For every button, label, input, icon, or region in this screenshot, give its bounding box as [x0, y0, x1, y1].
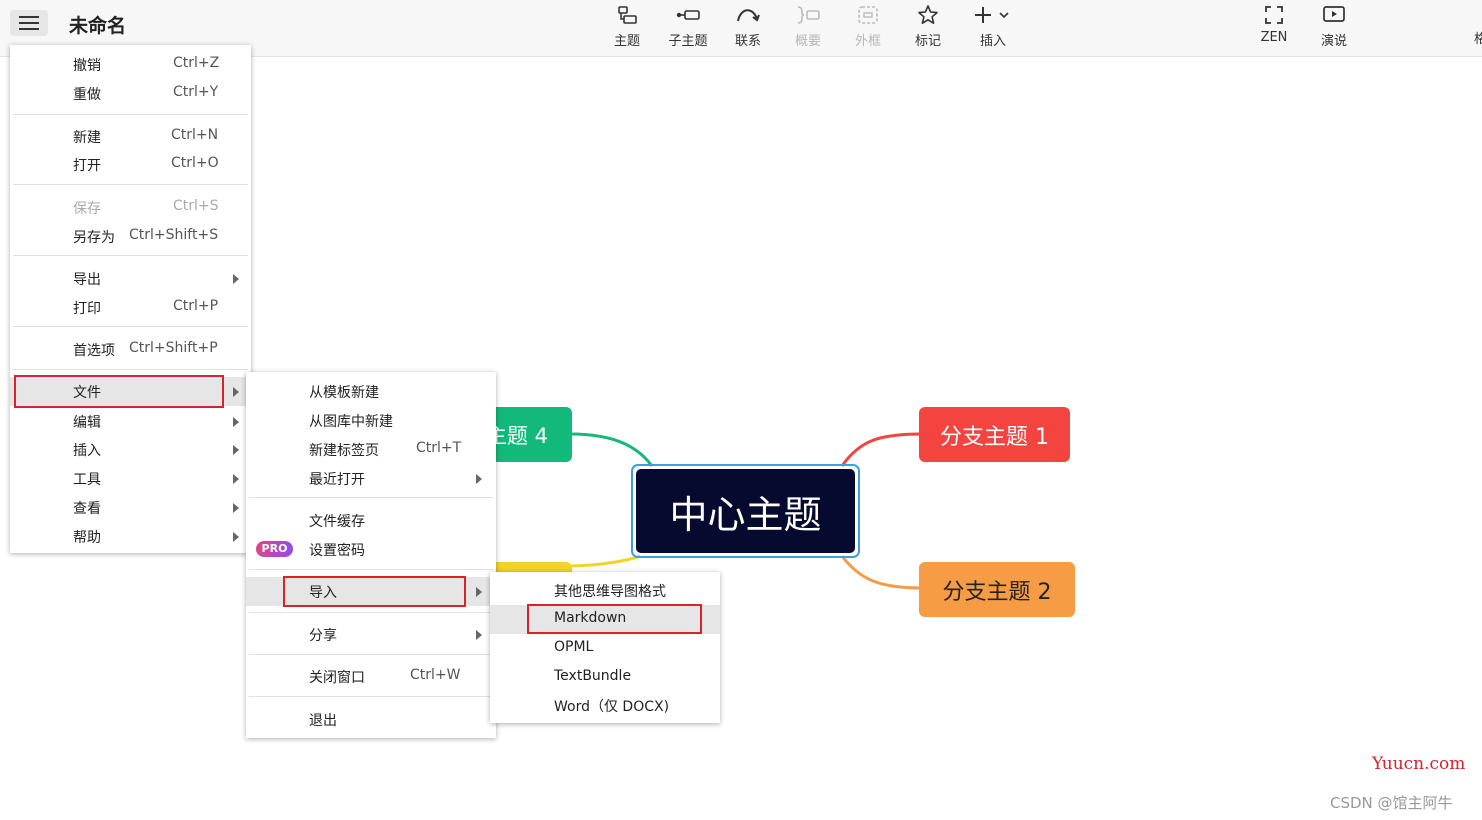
menu-item-redo[interactable]: 重做 Ctrl+Y: [10, 79, 251, 108]
menu-item-print[interactable]: 打印 Ctrl+P: [10, 293, 251, 322]
central-topic-selection[interactable]: 中心主题: [631, 464, 860, 558]
menu-item-new[interactable]: 新建 Ctrl+N: [10, 122, 251, 151]
menu-item-set-password[interactable]: PRO 设置密码: [246, 535, 496, 564]
submenu-arrow-icon: [233, 445, 239, 455]
pro-badge: PRO: [256, 541, 293, 557]
menu-item-tools[interactable]: 工具: [10, 464, 251, 493]
menu-item-close-window[interactable]: 关闭窗口 Ctrl+W: [246, 662, 496, 691]
menu-item-new-from-template[interactable]: 从模板新建: [246, 377, 496, 406]
submenu-arrow-icon: [233, 474, 239, 484]
branch-topic-1[interactable]: 分支主题 1: [919, 407, 1070, 462]
submenu-arrow-icon: [233, 387, 239, 397]
menu-separator: [249, 654, 493, 655]
menu-item-import-word[interactable]: Word（仅 DOCX): [490, 691, 720, 720]
highlight-box-markdown: [527, 604, 702, 634]
site-watermark: Yuucn.com: [1372, 754, 1466, 774]
menu-separator: [13, 326, 248, 327]
menu-separator: [13, 255, 248, 256]
import-submenu: 其他思维导图格式 Markdown OPML TextBundle Word（仅…: [490, 572, 720, 723]
submenu-arrow-icon: [476, 474, 482, 484]
submenu-arrow-icon: [233, 274, 239, 284]
branch-topic-2[interactable]: 分支主题 2: [919, 562, 1075, 617]
menu-item-undo[interactable]: 撤销 Ctrl+Z: [10, 50, 251, 79]
submenu-arrow-icon: [233, 417, 239, 427]
menu-item-save-as[interactable]: 另存为 Ctrl+Shift+S: [10, 222, 251, 251]
author-watermark: CSDN @馆主阿牛: [1330, 794, 1453, 812]
submenu-arrow-icon: [476, 630, 482, 640]
menu-item-new-tab[interactable]: 新建标签页 Ctrl+T: [246, 435, 496, 464]
menu-item-import-opml[interactable]: OPML: [490, 634, 720, 663]
menu-item-view[interactable]: 查看: [10, 493, 251, 522]
menu-separator: [13, 369, 248, 370]
menu-separator: [249, 696, 493, 697]
menu-item-file-cache[interactable]: 文件缓存: [246, 506, 496, 535]
menu-separator: [13, 114, 248, 115]
menu-separator: [249, 569, 493, 570]
main-menu: 撤销 Ctrl+Z 重做 Ctrl+Y 新建 Ctrl+N 打开 Ctrl+O …: [10, 45, 251, 553]
central-topic[interactable]: 中心主题: [636, 469, 855, 553]
menu-item-edit[interactable]: 编辑: [10, 407, 251, 436]
menu-item-help[interactable]: 帮助: [10, 522, 251, 551]
menu-separator: [249, 612, 493, 613]
menu-item-new-from-gallery[interactable]: 从图库中新建: [246, 406, 496, 435]
menu-item-recent[interactable]: 最近打开: [246, 464, 496, 493]
menu-item-insert[interactable]: 插入: [10, 435, 251, 464]
menu-item-quit[interactable]: 退出: [246, 705, 496, 734]
menu-item-preferences[interactable]: 首选项 Ctrl+Shift+P: [10, 335, 251, 364]
menu-item-export[interactable]: 导出: [10, 264, 251, 293]
menu-separator: [13, 184, 248, 185]
menu-item-open[interactable]: 打开 Ctrl+O: [10, 150, 251, 179]
menu-item-save[interactable]: 保存 Ctrl+S: [10, 193, 251, 222]
menu-item-import-textbundle[interactable]: TextBundle: [490, 663, 720, 692]
submenu-arrow-icon: [233, 503, 239, 513]
menu-item-share[interactable]: 分享: [246, 620, 496, 649]
menu-separator: [249, 497, 493, 498]
menu-item-import-other-formats[interactable]: 其他思维导图格式: [490, 576, 720, 605]
highlight-box-file: [14, 375, 224, 408]
file-submenu: 从模板新建 从图库中新建 新建标签页 Ctrl+T 最近打开 文件缓存 PRO …: [246, 372, 496, 738]
submenu-arrow-icon: [233, 532, 239, 542]
submenu-arrow-icon: [476, 587, 482, 597]
highlight-box-import: [283, 576, 466, 607]
